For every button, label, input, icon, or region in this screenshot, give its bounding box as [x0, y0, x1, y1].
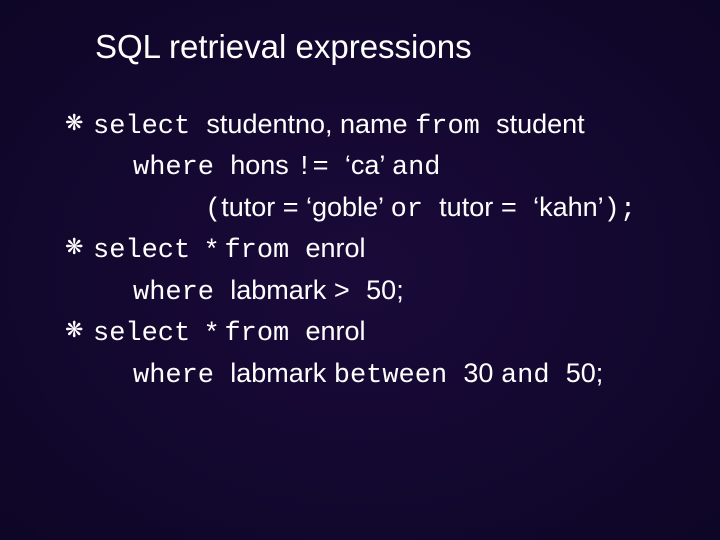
bullet-item-1-cont1: where hons != ‘ca’ and — [65, 147, 700, 186]
kw-select: select — [93, 236, 206, 266]
kw-from: from — [224, 236, 305, 266]
bullet-item-3-cont1: where labmark between 30 and 50; — [65, 355, 700, 394]
col: labmark — [230, 358, 334, 388]
col: labmark — [230, 275, 334, 305]
bullet-icon: ❋ — [65, 313, 93, 346]
kw-where: where — [133, 153, 230, 183]
bullet-text: select * from enrol — [93, 230, 700, 269]
op-eq: = — [501, 195, 533, 225]
bullet-item-1: ❋ select studentno, name from student — [65, 106, 700, 145]
paren-close-semi: ); — [604, 195, 636, 225]
bullet-icon: ❋ — [65, 230, 93, 263]
val1: 30 — [463, 358, 501, 388]
val: ‘ca’ — [345, 150, 392, 180]
bullet-item-1-cont2: (tutor = ‘goble’ or tutor = ‘kahn’); — [65, 189, 700, 228]
kw-or: or — [391, 195, 440, 225]
bullet-item-2: ❋ select * from enrol — [65, 230, 700, 269]
slide-title: SQL retrieval expressions — [0, 20, 720, 106]
table: student — [496, 109, 585, 139]
kw-select: select — [93, 112, 206, 142]
bullet-item-2-cont1: where labmark > 50; — [65, 272, 700, 311]
table: enrol — [305, 233, 365, 263]
val2: ‘kahn’ — [533, 192, 604, 222]
op-gt: > — [334, 278, 366, 308]
kw-select: select — [93, 319, 206, 349]
bullet-text: select * from enrol — [93, 313, 700, 352]
kw-between: between — [334, 361, 464, 391]
kw-and: and — [501, 361, 566, 391]
cols: studentno, name — [206, 109, 415, 139]
bullet-icon: ❋ — [65, 106, 93, 139]
kw-from: from — [415, 112, 496, 142]
op-neq: != — [296, 153, 345, 183]
kw-and: and — [392, 153, 441, 183]
kw-where: where — [133, 361, 230, 391]
slide: SQL retrieval expressions ❋ select stude… — [0, 0, 720, 540]
star: * — [206, 316, 224, 346]
star: * — [206, 233, 224, 263]
bullet-item-3: ❋ select * from enrol — [65, 313, 700, 352]
val2: 50; — [566, 358, 604, 388]
slide-content: ❋ select studentno, name from student wh… — [0, 106, 720, 394]
kw-from: from — [224, 319, 305, 349]
kw-where: where — [133, 278, 230, 308]
col: hons — [230, 150, 296, 180]
paren-open: ( — [205, 195, 221, 225]
val: 50; — [366, 275, 404, 305]
bullet-text: select studentno, name from student — [93, 106, 700, 145]
cond1: tutor = ‘goble’ — [221, 192, 390, 222]
table: enrol — [305, 316, 365, 346]
col2: tutor — [439, 192, 501, 222]
